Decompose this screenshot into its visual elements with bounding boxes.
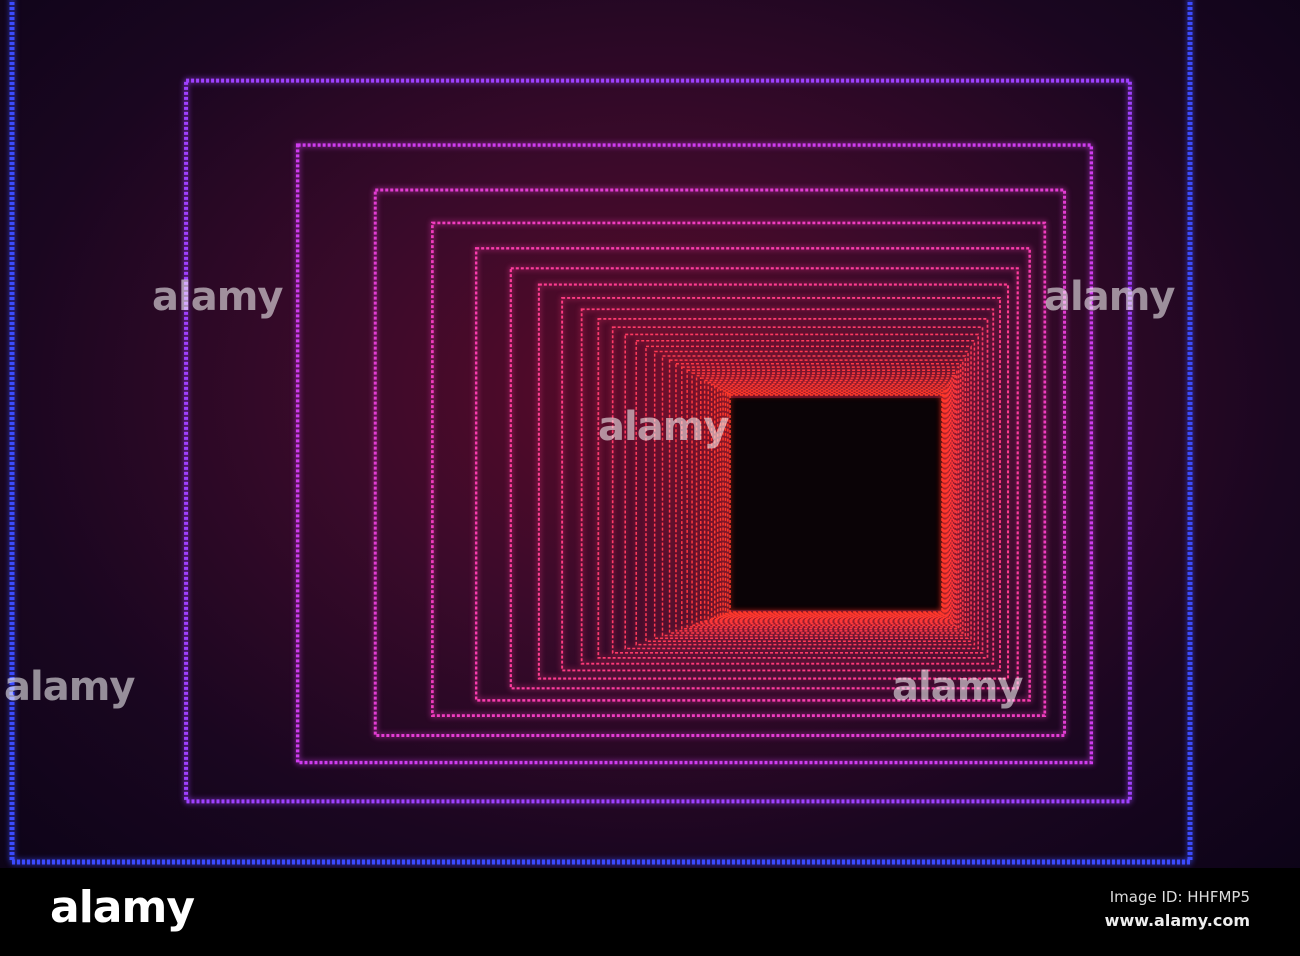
led-tunnel-photo: alamy alamy alamy alamy alamy — [0, 0, 1300, 868]
watermark: alamy — [892, 664, 1023, 710]
watermark: alamy — [598, 404, 729, 450]
watermark: alamy — [4, 664, 135, 710]
watermark: alamy — [1044, 274, 1175, 320]
alamy-logo[interactable]: alamy — [50, 882, 195, 933]
watermark: alamy — [152, 274, 283, 320]
site-url[interactable]: www.alamy.com — [1105, 911, 1250, 930]
stock-photo-page: alamy alamy alamy alamy alamy alamy Imag… — [0, 0, 1300, 956]
led-frame — [373, 188, 1067, 738]
image-id: Image ID: HHFMP5 — [1109, 888, 1250, 906]
footer-bar: alamy Image ID: HHFMP5 www.alamy.com — [0, 868, 1300, 956]
tunnel-end — [730, 398, 942, 610]
